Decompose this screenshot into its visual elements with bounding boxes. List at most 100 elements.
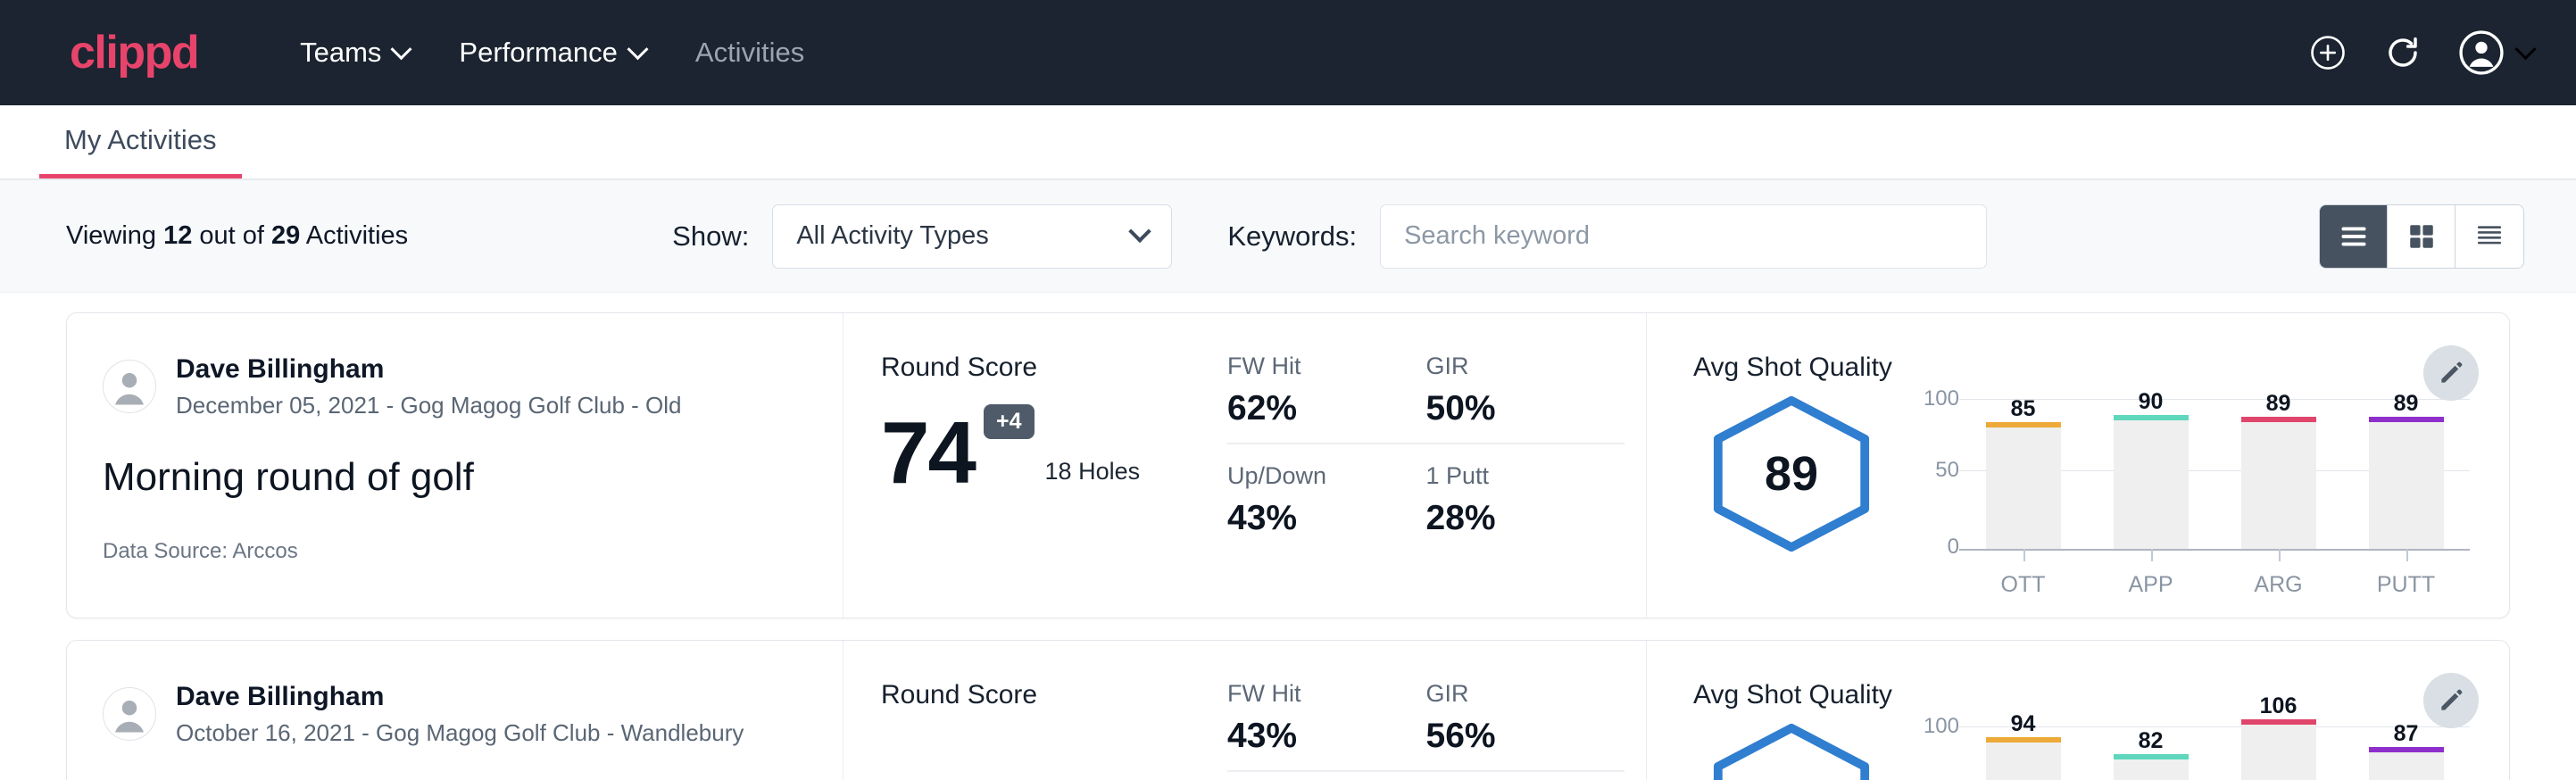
player-row: Dave Billingham December 05, 2021 - Gog … (103, 354, 807, 419)
chart-plot-area: 94 82 (1959, 721, 2470, 780)
top-navigation-bar: clippd Teams Performance Activities (0, 0, 2576, 105)
avg-shot-quality-body: 89 100 50 0 (1693, 394, 2470, 598)
edit-activity-button[interactable] (2423, 345, 2479, 401)
avatar (103, 687, 156, 741)
view-mode-compact[interactable] (2456, 205, 2523, 268)
chart-y-axis: 100 50 0 (1909, 721, 1959, 780)
bar-slot-putt: 87 (2369, 721, 2444, 780)
chart-bars: 85 90 (1959, 394, 2470, 549)
stat-up-down (1227, 772, 1426, 780)
stat-gir-value: 56% (1426, 717, 1600, 756)
stat-gir-value: 50% (1426, 389, 1600, 428)
bar-value-arg: 106 (2241, 693, 2316, 719)
stat-one-putt (1426, 772, 1625, 780)
chevron-down-icon (627, 38, 648, 60)
clippd-logo[interactable]: clippd (70, 29, 198, 76)
avg-shot-quality-body: 100 50 0 94 (1693, 721, 2470, 780)
bar-slot-app: 82 (2114, 721, 2189, 780)
quality-hexagon-wrap (1693, 721, 1890, 780)
chart-x-labels: OTT APP ARG PUTT (1959, 572, 2470, 598)
avatar (103, 360, 156, 413)
tab-my-activities[interactable]: My Activities (39, 124, 242, 178)
show-filter-group: Show: All Activity Types (672, 204, 1172, 269)
show-label: Show: (672, 220, 749, 253)
stat-one-putt: 1 Putt 28% (1426, 444, 1625, 538)
round-score-value: 74 (881, 414, 975, 491)
viewing-summary: Viewing 12 out of 29 Activities (66, 221, 408, 251)
bar-slot-app: 90 (2114, 394, 2189, 549)
keyword-filter-group: Keywords: (1227, 204, 1987, 269)
bar-ott (1986, 743, 2061, 780)
account-menu[interactable] (2459, 30, 2533, 75)
nav-item-performance-label: Performance (459, 37, 617, 69)
activity-data-source: Data Source: Arccos (103, 539, 807, 564)
stat-fw-hit-label: FW Hit (1227, 680, 1401, 708)
viewing-count: 12 (163, 221, 192, 250)
bar-slot-ott: 94 (1986, 721, 2061, 780)
stat-up-down: Up/Down 43% (1227, 444, 1426, 538)
y-tick-0: 0 (1948, 535, 1959, 560)
edit-activity-button[interactable] (2423, 673, 2479, 728)
bar-putt (2369, 752, 2444, 780)
chevron-down-icon (1129, 220, 1151, 242)
refresh-button[interactable] (2384, 34, 2422, 71)
bar-value-putt: 87 (2369, 721, 2444, 747)
nav-item-performance[interactable]: Performance (434, 28, 669, 78)
add-activity-button[interactable] (2309, 34, 2347, 71)
bar-arg (2241, 422, 2316, 549)
tab-my-activities-label: My Activities (64, 124, 217, 155)
x-tick-ott (2023, 549, 2025, 561)
activity-card[interactable]: Dave Billingham December 05, 2021 - Gog … (66, 312, 2510, 618)
activity-type-select[interactable]: All Activity Types (772, 204, 1172, 269)
grid-view-icon (2406, 221, 2437, 252)
stat-gir-label: GIR (1426, 680, 1600, 708)
nav-item-teams-label: Teams (300, 37, 381, 69)
viewing-suffix: Activities (300, 221, 408, 250)
quality-hexagon (1704, 721, 1879, 780)
nav-item-activities[interactable]: Activities (670, 28, 829, 78)
player-name: Dave Billingham (176, 354, 682, 386)
holes-played: 18 Holes (1045, 458, 1141, 485)
viewing-total: 29 (271, 221, 300, 250)
player-row: Dave Billingham October 16, 2021 - Gog M… (103, 682, 807, 747)
round-stats-column: FW Hit 62% GIR 50% Up/Down 43% 1 Putt 28… (1227, 313, 1647, 618)
y-tick-100: 100 (1924, 714, 1959, 739)
stat-up-down-value: 43% (1227, 499, 1401, 538)
user-avatar-icon (104, 360, 155, 413)
shot-quality-chart: 100 50 0 94 (1890, 721, 2470, 780)
bar-slot-putt: 89 (2369, 394, 2444, 549)
chart-y-axis: 100 50 0 (1909, 394, 1959, 551)
bar-value-app: 82 (2114, 728, 2189, 754)
view-mode-grid[interactable] (2388, 205, 2456, 268)
activity-card-list: Dave Billingham December 05, 2021 - Gog … (0, 293, 2576, 780)
keywords-label: Keywords: (1227, 220, 1357, 253)
chart-bars: 94 82 (1959, 721, 2470, 780)
bar-value-ott: 94 (1986, 711, 2061, 737)
filter-toolbar: Viewing 12 out of 29 Activities Show: Al… (0, 180, 2576, 293)
refresh-icon (2384, 34, 2422, 71)
round-score-row: 74 +4 18 Holes (881, 404, 1201, 491)
score-to-par-badge: +4 (984, 404, 1035, 439)
activity-type-select-value: All Activity Types (796, 221, 988, 251)
avg-shot-quality-label: Avg Shot Quality (1693, 353, 2470, 383)
nav-item-teams[interactable]: Teams (275, 28, 434, 78)
view-mode-list[interactable] (2320, 205, 2388, 268)
activity-card[interactable]: Dave Billingham October 16, 2021 - Gog M… (66, 640, 2510, 780)
x-tick-arg (2279, 549, 2281, 561)
x-label-arg: ARG (2241, 572, 2316, 598)
y-tick-50: 50 (1935, 458, 1959, 483)
search-input[interactable] (1380, 204, 1987, 269)
quality-score-value: 89 (1765, 446, 1818, 502)
bar-value-ott: 85 (1986, 396, 2061, 422)
bar-value-arg: 89 (2241, 391, 2316, 417)
round-stats-column: FW Hit 43% GIR 56% (1227, 641, 1647, 780)
activity-info-column: Dave Billingham October 16, 2021 - Gog M… (67, 641, 843, 780)
bar-value-putt: 89 (2369, 391, 2444, 417)
bar-cap-putt (2369, 747, 2444, 752)
bar-slot-ott: 85 (1986, 394, 2061, 549)
bar-cap-arg (2241, 417, 2316, 422)
top-nav-actions (2309, 30, 2533, 75)
stat-fw-hit: FW Hit 43% (1227, 680, 1426, 772)
bar-slot-arg: 106 (2241, 721, 2316, 780)
bar-arg (2241, 725, 2316, 780)
